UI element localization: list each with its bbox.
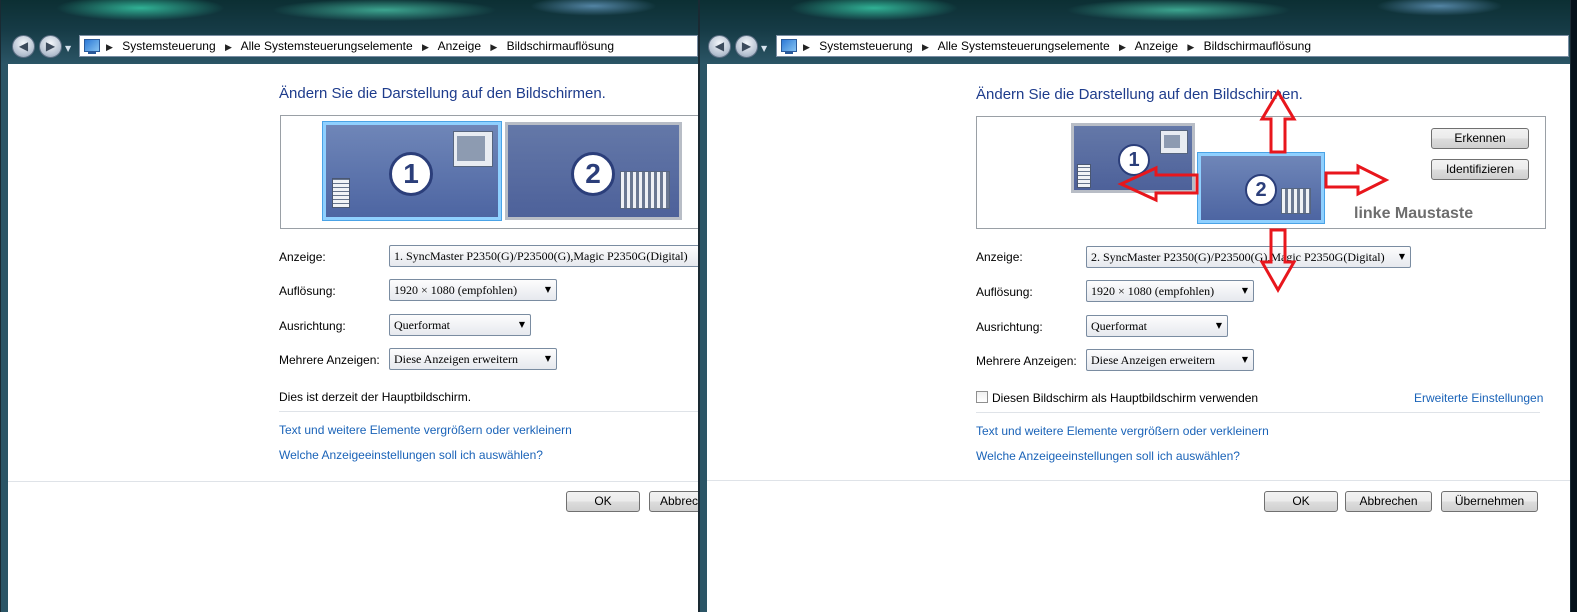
multiple-displays-select-value: Diese Anzeigen erweitern bbox=[394, 352, 518, 366]
content-area: Ändern Sie die Darstellung auf den Bilds… bbox=[8, 64, 698, 612]
window-thumbnail bbox=[453, 131, 493, 167]
breadcrumb-chevron-icon[interactable]: ▶ bbox=[106, 43, 113, 53]
cancel-button[interactable]: Abbrechen bbox=[649, 491, 698, 512]
monitor-2[interactable]: 2 bbox=[505, 122, 682, 220]
arrow-down-icon bbox=[1259, 228, 1297, 294]
recent-pages-dropdown[interactable]: ▼ bbox=[65, 44, 73, 53]
chevron-down-icon: ▼ bbox=[544, 285, 551, 294]
monitor-1[interactable]: 1 bbox=[323, 122, 501, 220]
monitor-number-badge: 1 bbox=[389, 152, 433, 196]
orientation-label: Ausrichtung: bbox=[279, 319, 346, 333]
breadcrumb-item[interactable]: Bildschirmauflösung bbox=[507, 39, 614, 53]
text-size-link[interactable]: Text und weitere Elemente vergrößern ode… bbox=[279, 423, 572, 437]
display-settings-window-right: ◀ ▶ ▼ ▶ Systemsteuerung ▶ Alle Systemste… bbox=[699, 0, 1571, 612]
monitor-number-badge: 2 bbox=[571, 152, 615, 196]
display-label: Anzeige: bbox=[279, 250, 326, 264]
forward-button[interactable]: ▶ bbox=[39, 35, 62, 58]
address-bar[interactable]: ▶ Systemsteuerung ▶ Alle Systemsteuerung… bbox=[79, 35, 698, 57]
annotation-arrows bbox=[1117, 89, 1390, 294]
taskbar-thumbnail bbox=[332, 178, 350, 208]
page-title: Ändern Sie die Darstellung auf den Bilds… bbox=[279, 85, 606, 102]
monitor-arrangement-preview[interactable]: 1 2 bbox=[280, 115, 698, 229]
resolution-select-value: 1920 × 1080 (empfohlen) bbox=[394, 283, 518, 297]
breadcrumb-chevron-icon[interactable]: ▶ bbox=[225, 43, 232, 53]
display-help-link[interactable]: Welche Anzeigeeinstellungen soll ich aus… bbox=[279, 448, 543, 462]
orientation-select[interactable]: Querformat ▼ bbox=[389, 314, 531, 336]
display-settings-window-left: ◀ ▶ ▼ ▶ Systemsteuerung ▶ Alle Systemste… bbox=[0, 0, 699, 612]
window-thumbnail bbox=[620, 171, 670, 209]
breadcrumb-item[interactable]: Anzeige bbox=[438, 39, 481, 53]
breadcrumb-chevron-icon[interactable]: ▶ bbox=[422, 43, 429, 53]
primary-display-status: Dies ist derzeit der Hauptbildschirm. bbox=[279, 390, 472, 404]
resolution-label: Auflösung: bbox=[279, 284, 336, 298]
arrow-right-icon bbox=[1324, 163, 1390, 197]
arrow-up-icon bbox=[1259, 89, 1297, 154]
multiple-displays-label: Mehrere Anzeigen: bbox=[279, 353, 380, 367]
display-select-value: 1. SyncMaster P2350(G)/P23500(G),Magic P… bbox=[394, 249, 688, 263]
back-button[interactable]: ◀ bbox=[12, 35, 35, 58]
resolution-select[interactable]: 1920 × 1080 (empfohlen) ▼ bbox=[389, 279, 557, 301]
title-bar[interactable] bbox=[1, 0, 698, 30]
breadcrumb-item[interactable]: Alle Systemsteuerungselemente bbox=[241, 39, 413, 53]
breadcrumb-item[interactable]: Systemsteuerung bbox=[122, 39, 215, 53]
divider bbox=[279, 411, 698, 412]
footer-divider bbox=[8, 481, 698, 482]
breadcrumb: ▶ Systemsteuerung ▶ Alle Systemsteuerung… bbox=[106, 39, 620, 53]
control-panel-icon bbox=[84, 39, 100, 54]
chevron-down-icon: ▼ bbox=[518, 320, 525, 329]
orientation-select-value: Querformat bbox=[394, 318, 450, 332]
breadcrumb-chevron-icon[interactable]: ▶ bbox=[490, 43, 497, 53]
multiple-displays-select[interactable]: Diese Anzeigen erweitern ▼ bbox=[389, 348, 557, 370]
display-select[interactable]: 1. SyncMaster P2350(G)/P23500(G),Magic P… bbox=[389, 245, 698, 267]
ok-button[interactable]: OK bbox=[566, 491, 640, 512]
arrow-left-icon bbox=[1117, 165, 1199, 203]
chevron-down-icon: ▼ bbox=[544, 354, 551, 363]
